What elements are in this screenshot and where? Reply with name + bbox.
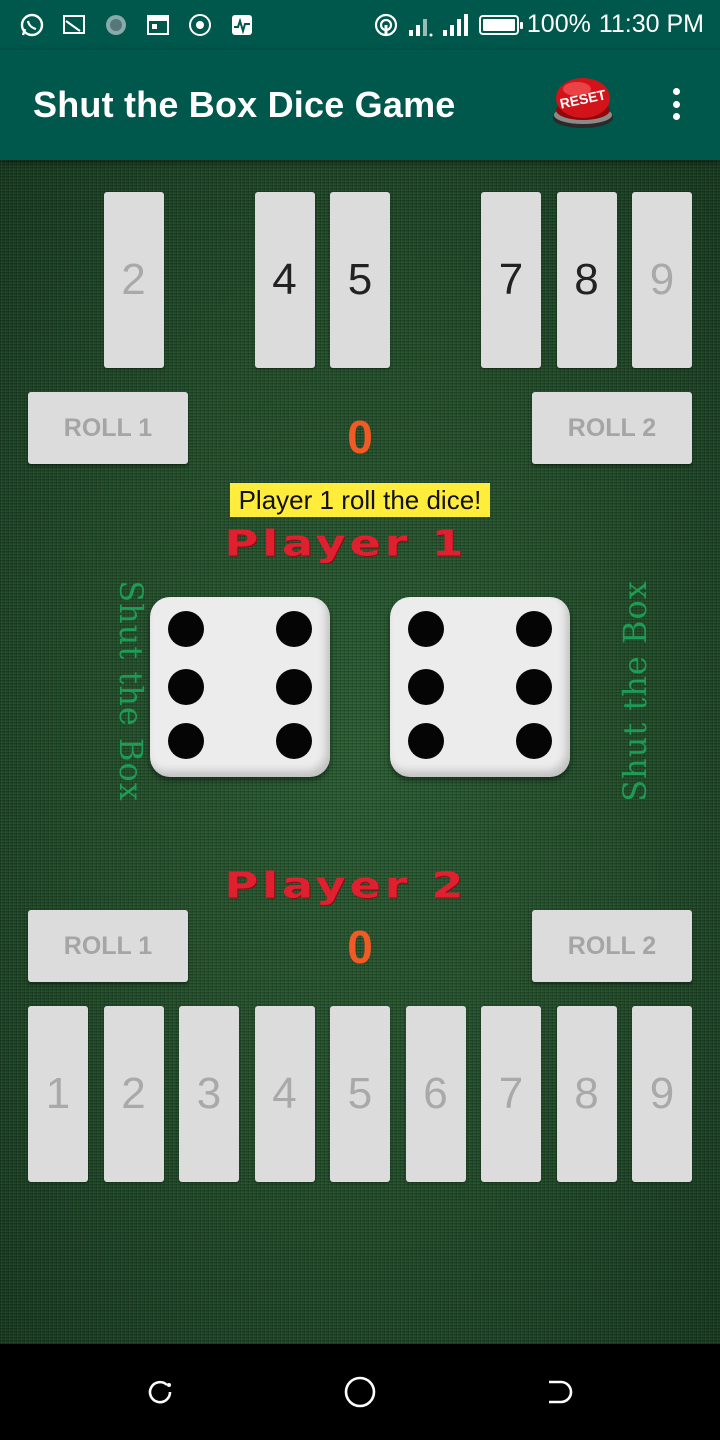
player2-tile-7[interactable]: 7 xyxy=(481,1006,541,1182)
player2-tile-4[interactable]: 4 xyxy=(254,1006,315,1182)
record-icon xyxy=(186,11,214,39)
game-table: 245789 ROLL 1 ROLL 2 0 Player 1 roll the… xyxy=(0,160,720,1344)
player1-roll1-button[interactable]: ROLL 1 xyxy=(28,392,188,464)
home-icon[interactable] xyxy=(342,1374,378,1410)
notification-icons xyxy=(18,11,256,39)
player2-roll1-button[interactable]: ROLL 1 xyxy=(28,910,188,982)
player2-tile-1[interactable]: 1 xyxy=(28,1006,88,1182)
die-pip xyxy=(516,669,552,705)
player2-tile-3[interactable]: 3 xyxy=(179,1006,239,1182)
player2-tile-9[interactable]: 9 xyxy=(632,1006,692,1182)
player1-tile-2[interactable]: 2 xyxy=(103,192,164,368)
status-message: Player 1 roll the dice! xyxy=(230,483,490,517)
battery-percent: 100% xyxy=(526,10,591,38)
back-icon[interactable] xyxy=(540,1374,576,1410)
signal-icon xyxy=(408,18,433,36)
player2-label: Player 2 xyxy=(224,863,468,907)
player2-tile-5[interactable]: 5 xyxy=(330,1006,390,1182)
die-pip xyxy=(408,611,444,648)
player2-tile-6[interactable]: 6 xyxy=(405,1006,466,1182)
die-pip xyxy=(516,611,552,648)
die-pip xyxy=(408,669,444,705)
die-pip xyxy=(168,669,204,705)
die-pip xyxy=(276,669,312,705)
player1-tile-9[interactable]: 9 xyxy=(632,192,692,368)
player2-score: 0 xyxy=(347,921,373,973)
page-title: Shut the Box Dice Game xyxy=(33,84,456,125)
app-bar: Shut the Box Dice Game RESET xyxy=(0,50,720,160)
player1-roll2-button[interactable]: ROLL 2 xyxy=(532,392,692,464)
player2-tile-2[interactable]: 2 xyxy=(103,1006,164,1182)
calendar-icon xyxy=(144,11,172,39)
battery-icon xyxy=(478,14,523,35)
player1-label: Player 1 xyxy=(224,521,468,565)
die-left[interactable] xyxy=(150,597,330,777)
reset-button[interactable]: RESET xyxy=(548,72,618,132)
player1-tile-7[interactable]: 7 xyxy=(481,192,541,368)
player2-roll2-button[interactable]: ROLL 2 xyxy=(532,910,692,982)
player2-tile-8[interactable]: 8 xyxy=(556,1006,617,1182)
whatsapp-icon xyxy=(18,11,46,39)
recent-apps-icon[interactable] xyxy=(142,1374,178,1410)
die-pip xyxy=(276,723,312,759)
player1-tile-4[interactable]: 4 xyxy=(254,192,315,368)
cast-icon xyxy=(60,11,88,39)
die-pip xyxy=(168,723,204,759)
circle-icon xyxy=(102,11,130,39)
more-vert-icon[interactable] xyxy=(662,84,690,124)
die-pip xyxy=(408,723,444,759)
player1-tile-5[interactable]: 5 xyxy=(330,192,390,368)
activity-icon xyxy=(228,11,256,39)
die-pip xyxy=(168,611,204,648)
side-text-left: Shut the Box xyxy=(111,580,150,802)
nav-bar xyxy=(0,1344,720,1440)
clock: 11:30 PM xyxy=(598,10,704,38)
signal-icon xyxy=(442,13,468,36)
die-right[interactable] xyxy=(390,597,570,777)
status-bar: 100% 11:30 PM xyxy=(0,0,720,50)
system-status: 100% 11:30 PM xyxy=(373,10,704,39)
die-pip xyxy=(276,611,312,648)
player1-tile-8[interactable]: 8 xyxy=(556,192,617,368)
hotspot-icon xyxy=(374,13,397,36)
player1-score: 0 xyxy=(347,411,373,463)
die-pip xyxy=(516,723,552,759)
side-text-right: Shut the Box xyxy=(615,580,654,802)
